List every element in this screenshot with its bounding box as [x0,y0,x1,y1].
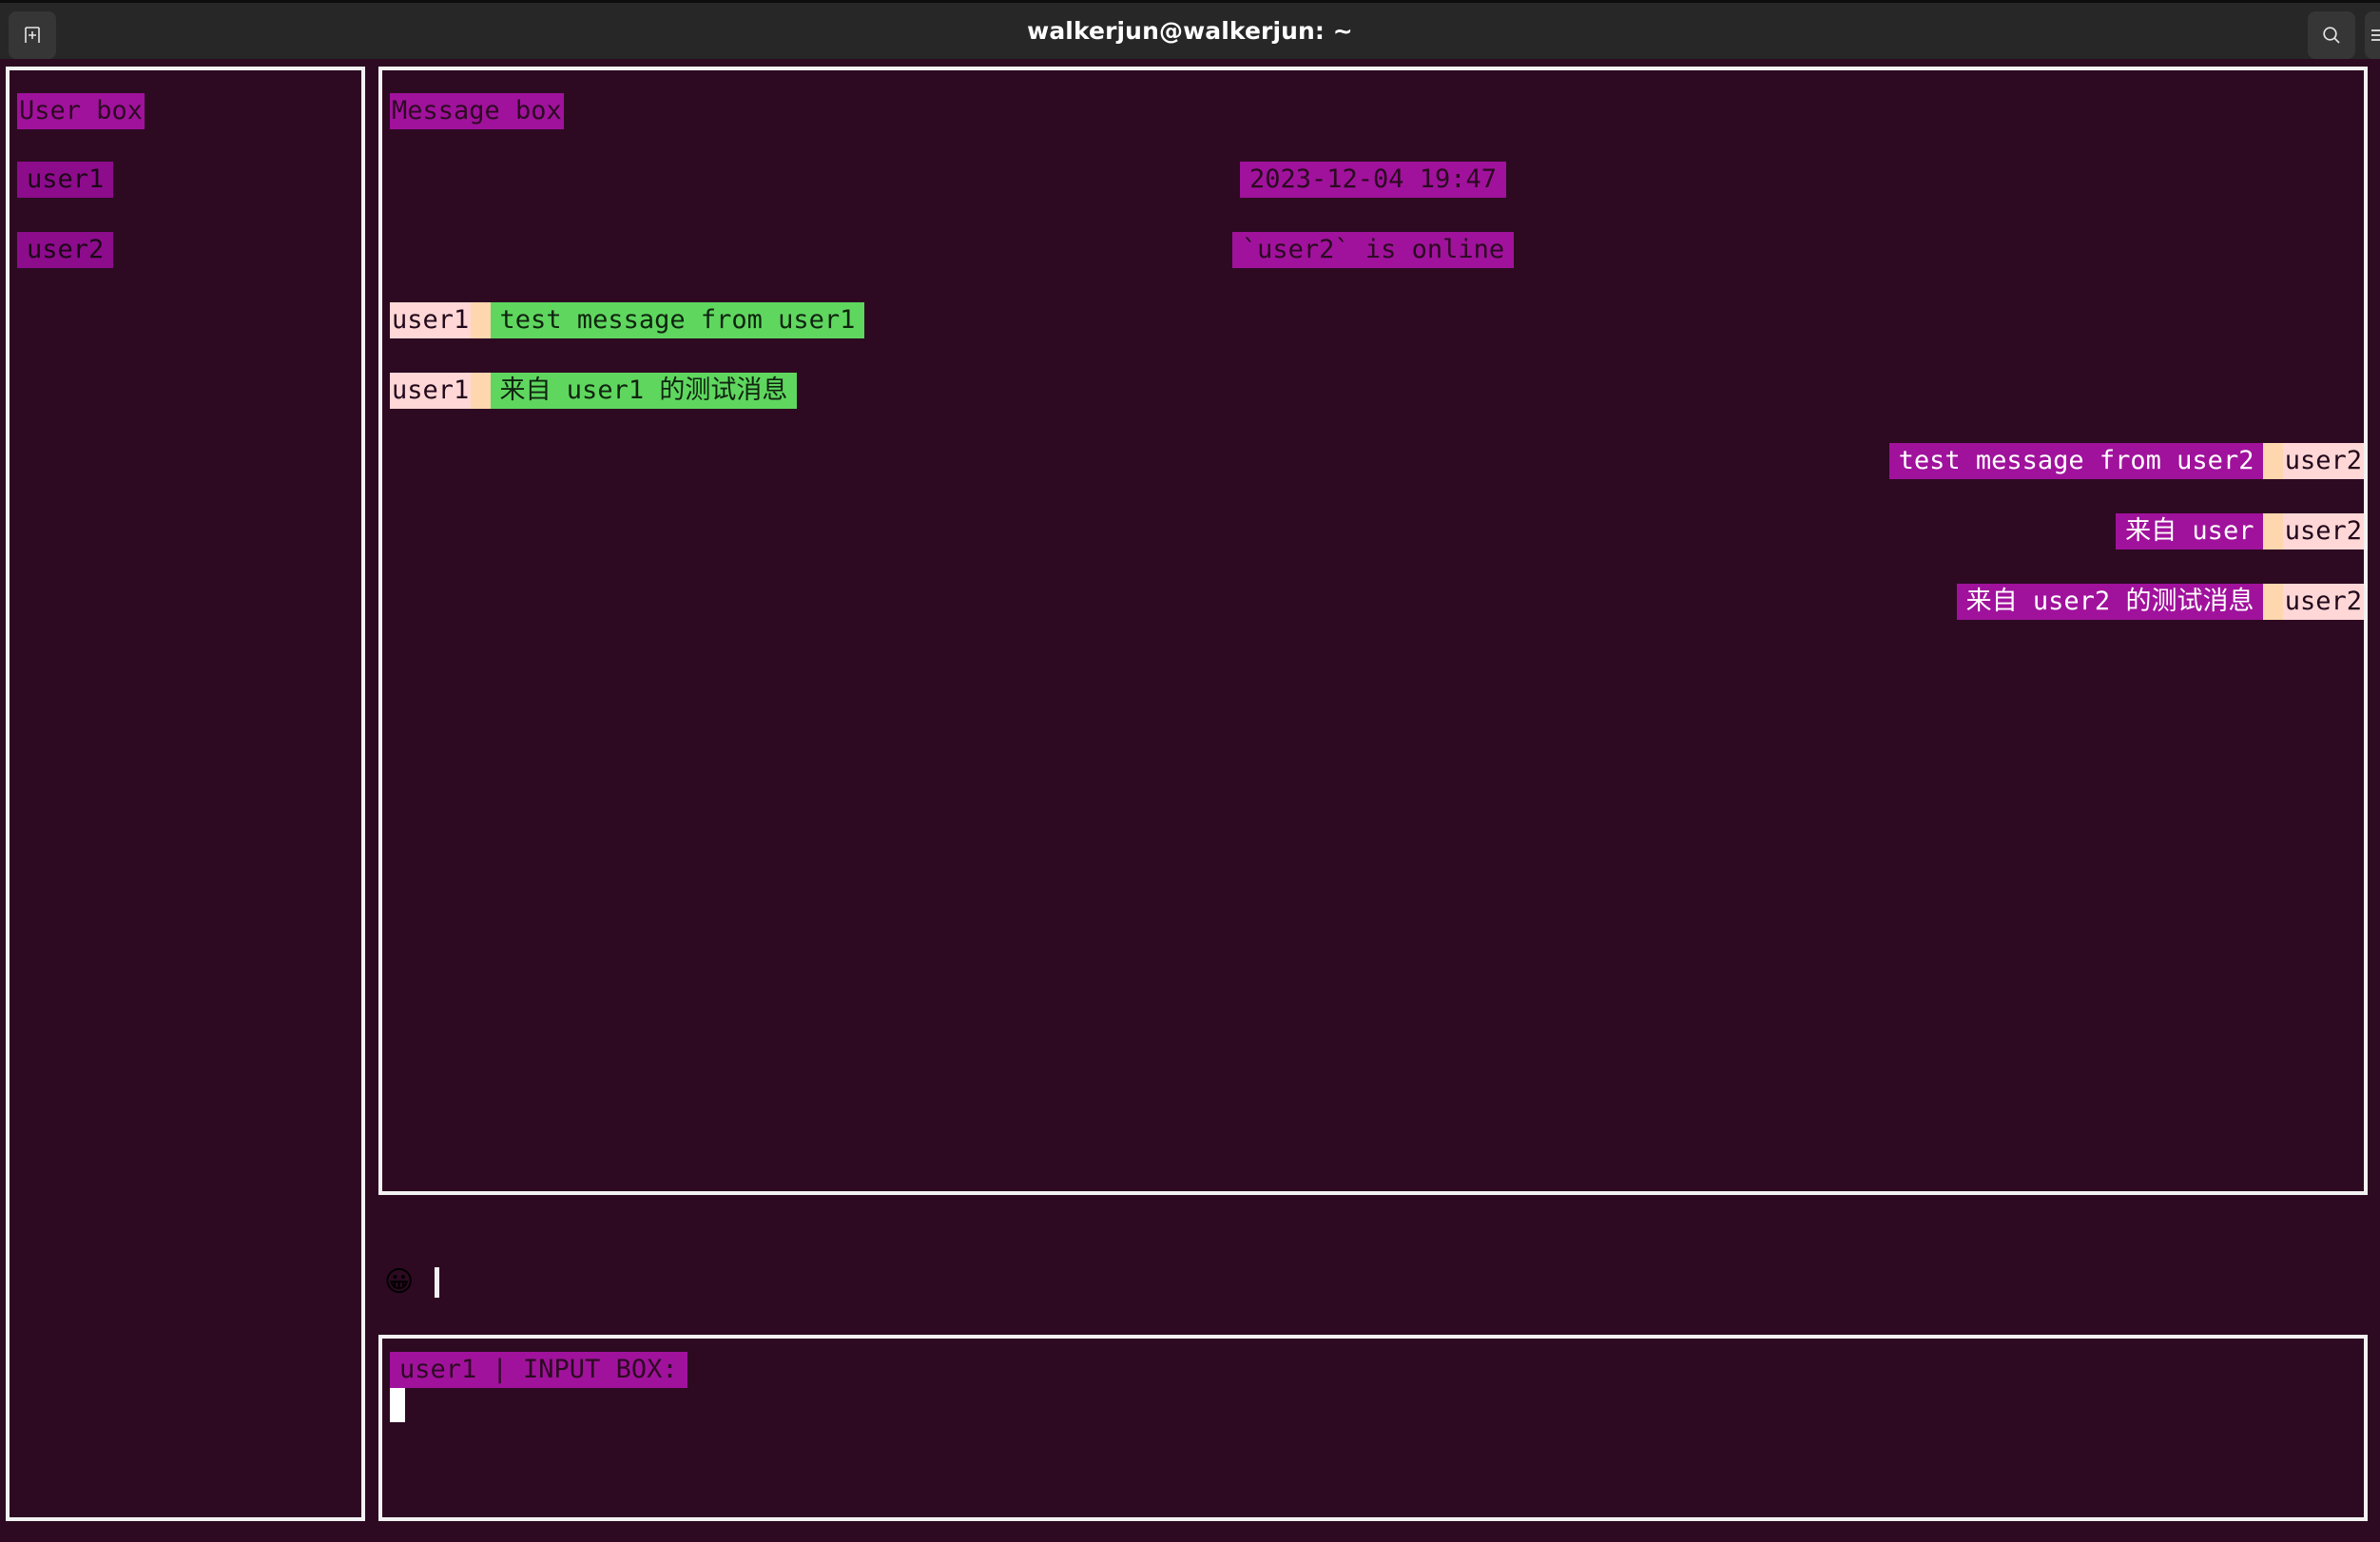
status-strip: 😀 [384,1259,440,1306]
message-row-outgoing[interactable]: 来自 user user2 [382,513,2364,549]
message-body: test message from user2 [1888,443,2264,479]
message-row-status: `user2` is online [382,232,2364,268]
message-separator [2263,443,2283,479]
message-body: 来自 user2 的测试消息 [1956,584,2264,620]
user-box-panel: User box user1 user2 [6,67,365,1521]
grinning-face-emoji[interactable]: 😀 [384,1268,414,1297]
user-list-item-user2[interactable]: user2 [17,232,114,268]
message-separator [2263,584,2283,620]
user-box-title: User box [17,93,145,129]
message-sender-label: user2 [2282,584,2364,620]
message-row-incoming[interactable]: user1 来自 user1 的测试消息 [382,373,2364,409]
message-row-outgoing[interactable]: 来自 user2 的测试消息 user2 [382,584,2364,620]
message-sender-label: user1 [390,373,472,409]
message-separator [471,373,491,409]
input-box-cursor [390,1388,405,1422]
window-titlebar: walkerjun@walkerjun: ~ [0,0,2380,59]
message-body: test message from user1 [490,302,865,338]
message-sender-label: user2 [2282,443,2364,479]
message-row-incoming[interactable]: user1 test message from user1 [382,302,2364,338]
message-box-panel: Message box 2023-12-04 19:47 `user2` is … [378,67,2368,1195]
message-body: 来自 user1 的测试消息 [490,373,798,409]
input-box-panel[interactable]: user1 | INPUT BOX: [378,1335,2368,1521]
search-button[interactable] [2308,11,2355,59]
search-icon [2320,24,2343,47]
status-chip-user2-online: `user2` is online [1231,232,1515,268]
message-row-timestamp: 2023-12-04 19:47 [382,162,2364,198]
terminal-screen: User box user1 user2 Message box 2023-12… [0,59,2380,1542]
timestamp-chip: 2023-12-04 19:47 [1239,162,1507,198]
window-title: walkerjun@walkerjun: ~ [1027,17,1353,45]
message-separator [471,302,491,338]
message-box-title: Message box [390,93,564,129]
message-row-outgoing[interactable]: test message from user2 user2 [382,443,2364,479]
status-strip-cursor [435,1267,440,1298]
user-list-item-user1[interactable]: user1 [17,162,114,198]
message-sender-label: user2 [2282,513,2364,549]
hamburger-menu-icon [2369,25,2380,46]
message-sender-label: user1 [390,302,472,338]
input-box-label: user1 | INPUT BOX: [390,1352,687,1388]
message-body: 来自 user [2116,513,2264,549]
message-separator [2263,513,2283,549]
hamburger-menu-button[interactable] [2365,11,2380,59]
